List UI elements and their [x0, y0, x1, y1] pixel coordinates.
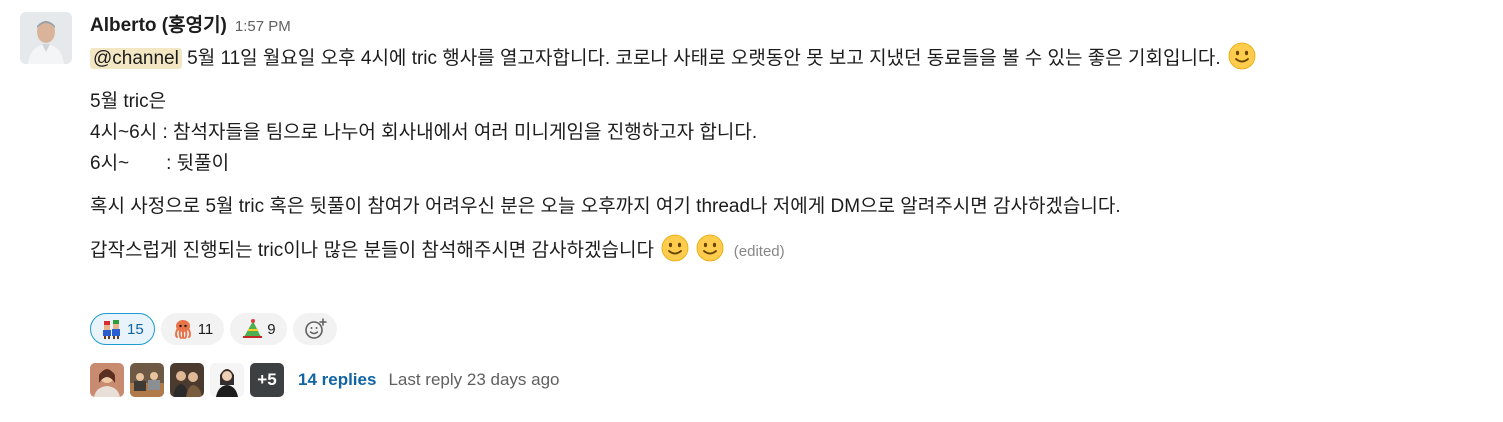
reaction-mario-luigi[interactable]: 15 — [90, 313, 155, 345]
message-paragraph-2: 혹시 사정으로 5월 tric 혹은 뒷풀이 참여가 어려우신 분은 오늘 오후… — [90, 196, 1121, 217]
message-paragraph-1: @channel 5월 11일 월요일 오후 4시에 tric 행사를 열고자합… — [90, 42, 1485, 74]
channel-mention[interactable]: @channel — [90, 48, 182, 69]
reaction-count: 15 — [127, 320, 144, 338]
slightly-smiling-face-icon[interactable] — [696, 234, 724, 262]
mario-luigi-icon — [101, 318, 123, 340]
announcement-text: 5월 11일 월요일 오후 4시에 tric 행사를 열고자합니다. 코로나 사… — [181, 48, 1221, 69]
add-reaction-button[interactable] — [292, 313, 337, 345]
replier-avatar — [170, 363, 204, 397]
closing-text: 갑작스럽게 진행되는 tric이나 많은 분들이 참석해주시면 감사하겠습니다 — [90, 240, 654, 261]
replier-avatar — [90, 363, 124, 397]
edited-label: (edited) — [733, 243, 785, 260]
schedule-title: 5월 tric은 — [90, 91, 167, 112]
reaction-party-hat[interactable]: 9 — [230, 313, 287, 345]
slightly-smiling-face-icon[interactable] — [1228, 42, 1256, 70]
reply-count-link[interactable]: 14 replies — [298, 370, 376, 390]
author-avatar[interactable] — [20, 12, 72, 64]
add-emoji-icon — [304, 318, 327, 340]
replier-avatar — [210, 363, 244, 397]
reactions-bar: 15 11 9 — [90, 313, 337, 345]
octopus-icon — [172, 318, 194, 340]
replier-avatar — [130, 363, 164, 397]
message-body: @channel 5월 11일 월요일 오후 4시에 tric 행사를 열고자합… — [90, 42, 1485, 267]
message-paragraph-3: 갑작스럽게 진행되는 tric이나 많은 분들이 참석해주시면 감사하겠습니다 … — [90, 234, 1485, 267]
thread-summary[interactable]: +5 14 replies Last reply 23 days ago — [90, 363, 560, 397]
last-reply-time: Last reply 23 days ago — [388, 370, 560, 389]
message-header: Alberto (홍영기) 1:57 PM — [90, 10, 291, 38]
schedule-item-1: 4시~6시 : 참석자들을 팀으로 나누어 회사내에서 여러 미니게임을 진행하… — [90, 122, 758, 143]
message-timestamp[interactable]: 1:57 PM — [235, 18, 291, 35]
reaction-count: 11 — [197, 320, 214, 338]
schedule-item-2: 6시~ : 뒷풀이 — [90, 153, 230, 174]
reaction-count: 9 — [267, 320, 276, 338]
author-name[interactable]: Alberto (홍영기) — [90, 10, 227, 37]
reaction-octopus[interactable]: 11 — [160, 313, 225, 345]
slightly-smiling-face-icon[interactable] — [661, 234, 689, 262]
more-repliers-badge: +5 — [250, 363, 284, 397]
party-hat-icon — [241, 318, 263, 340]
